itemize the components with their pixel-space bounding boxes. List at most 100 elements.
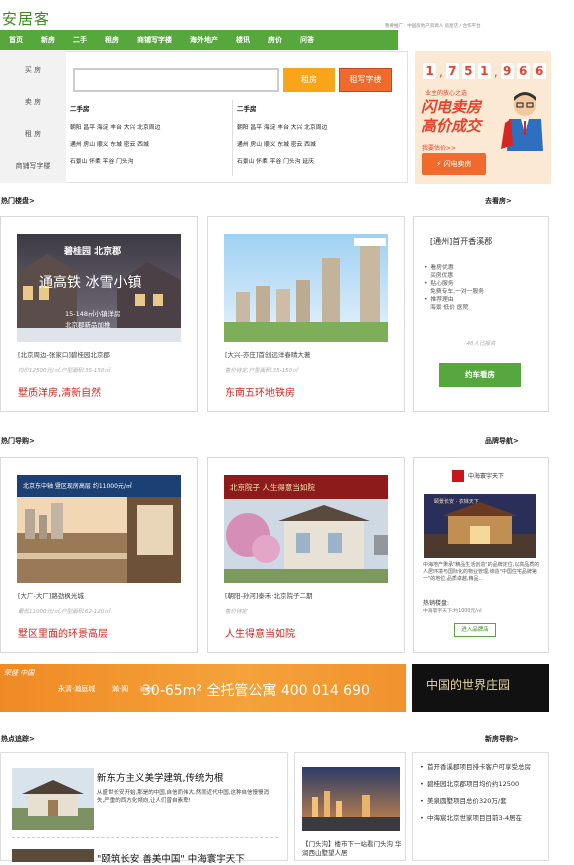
nav-home[interactable]: 首页 — [0, 35, 32, 45]
agent-mascot-icon — [501, 92, 543, 151]
promo-item: 免费专车,一对一服务 — [430, 289, 485, 295]
promo-card[interactable]: [通州]首开香溪郡 看房优惠 买房优惠 贴心服务 免费专车,一对一服务 推荐理由… — [413, 216, 549, 412]
main-nav: 首页 新房 二手 租房 商铺写字楼 海外地产 楼讯 房价 问答 — [0, 30, 398, 50]
banner-item: 瀚·阁 — [112, 685, 129, 693]
more-link-view-houses[interactable]: 去看房> — [485, 196, 512, 206]
search-side-tabs: 买 房 卖 房 租 房 商铺写字楼 — [0, 51, 66, 183]
book-car-viewing-button[interactable]: 约车看房 — [439, 363, 521, 387]
banner-text: 中国的世界庄园 — [426, 678, 511, 692]
promo-item: 贴心服务 — [424, 280, 484, 288]
property-card[interactable]: [大兴-亦庄]首创远洋春晴大著 售价待定,户型面积:35-150㎡ 东南五环地铁… — [207, 216, 405, 412]
property-slogan[interactable]: 人生得意当如院 — [225, 625, 295, 640]
brand-card[interactable]: 中海寰宇天下 颐景长安 · 衣钵天下 中海地产秉承"精品生活创造"的品牌定位,以… — [413, 457, 549, 653]
property-slogan[interactable]: 墅区里面的环景高层 — [18, 625, 108, 640]
promo-title[interactable]: [通州]首开香溪郡 — [430, 236, 492, 247]
property-name[interactable]: [大兴-亦庄]首创远洋春晴大著 — [225, 349, 310, 359]
news-title[interactable]: "颐筑长安 善美中国" 中海寰宇天下 — [97, 851, 245, 865]
region-links[interactable]: 通州 房山 顺义 东城 密云 西城 — [237, 139, 316, 148]
apartment-banner-ad[interactable]: 荣盛 中国 永清·瀚庭城 瀚·阁 建面约 30-65m² 全托管公寓 400 0… — [0, 664, 406, 712]
nav-commercial[interactable]: 商铺写字楼 — [128, 35, 181, 45]
banner-text: 30-65m² 全托管公寓 400 014 690 — [142, 683, 370, 699]
brand-image[interactable]: 颐景长安 · 衣钵天下 — [424, 494, 536, 558]
property-card[interactable]: 碧桂园 北京郡 通高铁 冰雪小镇 15-148㎡小镇洋房 北京郡新品加推 [北京… — [0, 216, 198, 412]
news-thumbnail[interactable] — [12, 768, 94, 830]
nav-second-hand[interactable]: 二手 — [64, 35, 96, 45]
property-name[interactable]: [大厂-大厂]路劲枫光城 — [18, 590, 84, 600]
news-feature-text[interactable]: 【门头沟】楼市下一站看门头沟 华润西山墅望人居 — [302, 840, 402, 858]
nav-overseas[interactable]: 海外地产 — [181, 35, 227, 45]
nav-qa[interactable]: 问答 — [291, 35, 323, 45]
brand-image-text: 颐景长安 · 衣钵天下 — [434, 499, 479, 505]
tab-buy[interactable]: 买 房 — [0, 65, 66, 75]
guide-list-item[interactable]: 碧桂园北京郡项目均价约12500 — [420, 780, 548, 789]
news-thumbnail[interactable] — [12, 849, 94, 862]
section-title-hot-buildings[interactable]: 热门楼盘> — [1, 196, 35, 206]
property-image-text: 北京院子 人生得意当如院 — [230, 483, 315, 492]
section-title-hot-guide[interactable]: 热门导购> — [1, 436, 35, 446]
property-image[interactable] — [224, 234, 388, 342]
promo-item: 推荐理由 — [424, 296, 484, 304]
tab-commercial[interactable]: 商铺写字楼 — [0, 161, 66, 171]
news-feature[interactable]: 【门头沟】楼市下一站看门头沟 华润西山墅望人居 — [294, 752, 406, 861]
region-links[interactable]: 石景山 怀柔 平谷 门头沟 — [70, 156, 134, 165]
property-image[interactable]: 北京院子 人生得意当如院 — [224, 475, 388, 583]
counter-digit: 6 — [532, 63, 546, 79]
nav-news[interactable]: 楼讯 — [227, 35, 259, 45]
region-links[interactable]: 石景山 怀柔 平谷 门头沟 延庆 — [237, 156, 314, 165]
property-card[interactable]: 北京院子 人生得意当如院 [朝阳-孙河]泰禾·北京院子二期 售价待定 人生得意当… — [207, 457, 405, 653]
office-search-button[interactable]: 租写字楼 — [339, 68, 392, 92]
tab-rent[interactable]: 租 房 — [0, 129, 66, 139]
guide-list-item[interactable]: 首开香溪郡项目排卡客户可享受总房 — [420, 763, 548, 772]
news-panel: 新东方主义美学建筑,传统为根 从盛世长安开始,那是的中国,自信而伟大,然而近代中… — [0, 752, 288, 865]
news-feature-image[interactable] — [302, 767, 400, 831]
valuation-link[interactable]: 我要估价>> — [422, 143, 456, 152]
region-links[interactable]: 朝阳 昌平 海淀 丰台 大兴 北京周边 — [237, 122, 327, 131]
news-description: 从盛世长安开始,那是的中国,自信而伟大,然而近代中国,这种自信慢慢消失,严重的西… — [97, 790, 269, 804]
enter-brand-store-button[interactable]: 进入品牌店 — [454, 623, 496, 637]
quick-sell-button[interactable]: ⚡ 闪电卖房 — [422, 153, 486, 175]
tab-sell[interactable]: 卖 房 — [0, 97, 66, 107]
property-image-brand: 碧桂园 北京郡 — [64, 247, 122, 257]
property-image-text: 北京东中轴 暨区现房高层 约11000元/㎡ — [23, 483, 132, 490]
counter-digit: 1 — [423, 63, 436, 79]
ad-headline-line1: 闪电卖房 — [421, 98, 482, 116]
nav-new-house[interactable]: 新房 — [32, 35, 64, 45]
property-price: 售价待定,户型面积:35-150㎡ — [225, 368, 298, 374]
rent-search-button[interactable]: 租房 — [283, 68, 335, 92]
region-links[interactable]: 朝阳 昌平 海淀 丰台 大兴 北京周边 — [70, 122, 160, 131]
seller-counter: 1 , 7 5 1 , 9 6 6 — [423, 63, 546, 81]
property-image[interactable]: 碧桂园 北京郡 通高铁 冰雪小镇 15-148㎡小镇洋房 北京郡新品加推 — [17, 234, 181, 342]
news-title[interactable]: 新东方主义美学建筑,传统为根 — [97, 770, 224, 784]
region-links[interactable]: 通州 房山 顺义 东城 密云 西城 — [70, 139, 149, 148]
site-logo[interactable]: 安居客 — [2, 8, 50, 29]
brand-hot-item[interactable]: 中海寰宇天下:约1000元/㎡ — [423, 607, 482, 614]
property-slogan[interactable]: 东南五环地铁房 — [225, 384, 295, 399]
region-col-title: 二手房 — [70, 105, 90, 113]
region-col-title: 二手房 — [237, 105, 257, 113]
counter-digit: 7 — [445, 63, 459, 79]
section-title-hot-news[interactable]: 热点追踪> — [1, 734, 35, 744]
property-slogan[interactable]: 墅质洋房,清新自然 — [18, 384, 101, 399]
nav-price[interactable]: 房价 — [259, 35, 291, 45]
new-house-guide-list: 首开香溪郡项目排卡客户可享受总房 碧桂园北京郡项目均价约12500 美泉圆墅项目… — [412, 752, 549, 861]
more-link-new-house-guide[interactable]: 新房导购> — [485, 734, 519, 744]
counter-digit: 6 — [516, 63, 530, 79]
estate-banner-ad[interactable]: 中国的世界庄园 — [412, 664, 549, 712]
promo-item: 买房优惠 — [430, 273, 454, 279]
top-note[interactable]: 我要推广 · 中国房地产资源人 房屋店 / 合作平台 — [385, 23, 481, 29]
guide-list-item[interactable]: 美泉圆墅项目总价320万/套 — [420, 797, 548, 806]
guide-list-item[interactable]: 中海宸北京世家项目目前3-4居在 — [420, 814, 548, 823]
property-image[interactable]: 北京东中轴 暨区现房高层 约11000元/㎡ — [17, 475, 181, 583]
more-link-brand-nav[interactable]: 品牌导航> — [485, 436, 519, 446]
property-price: 均价12500元/㎡,户型面积:35-150㎡ — [18, 368, 110, 374]
search-input[interactable] — [73, 68, 279, 92]
property-image-note: 15-148㎡小镇洋房 — [65, 310, 121, 318]
nav-rent[interactable]: 租房 — [96, 35, 128, 45]
property-card[interactable]: 北京东中轴 暨区现房高层 约11000元/㎡ [大厂-大厂]路劲枫光城 最低11… — [0, 457, 198, 653]
quick-sell-label: 闪电卖房 — [443, 160, 472, 168]
brand-logo-text[interactable]: 中海寰宇天下 — [468, 471, 504, 480]
property-name[interactable]: [朝阳-孙河]泰禾·北京院子二期 — [225, 590, 312, 600]
counter-digit: 1 — [477, 63, 491, 79]
quick-sell-ad[interactable]: 1 , 7 5 1 , 9 6 6 业主的放心之选 闪电卖房 高价成交 我要估价… — [415, 51, 551, 184]
property-name[interactable]: [北京周边-张家口]碧桂园北京郡 — [18, 349, 110, 359]
